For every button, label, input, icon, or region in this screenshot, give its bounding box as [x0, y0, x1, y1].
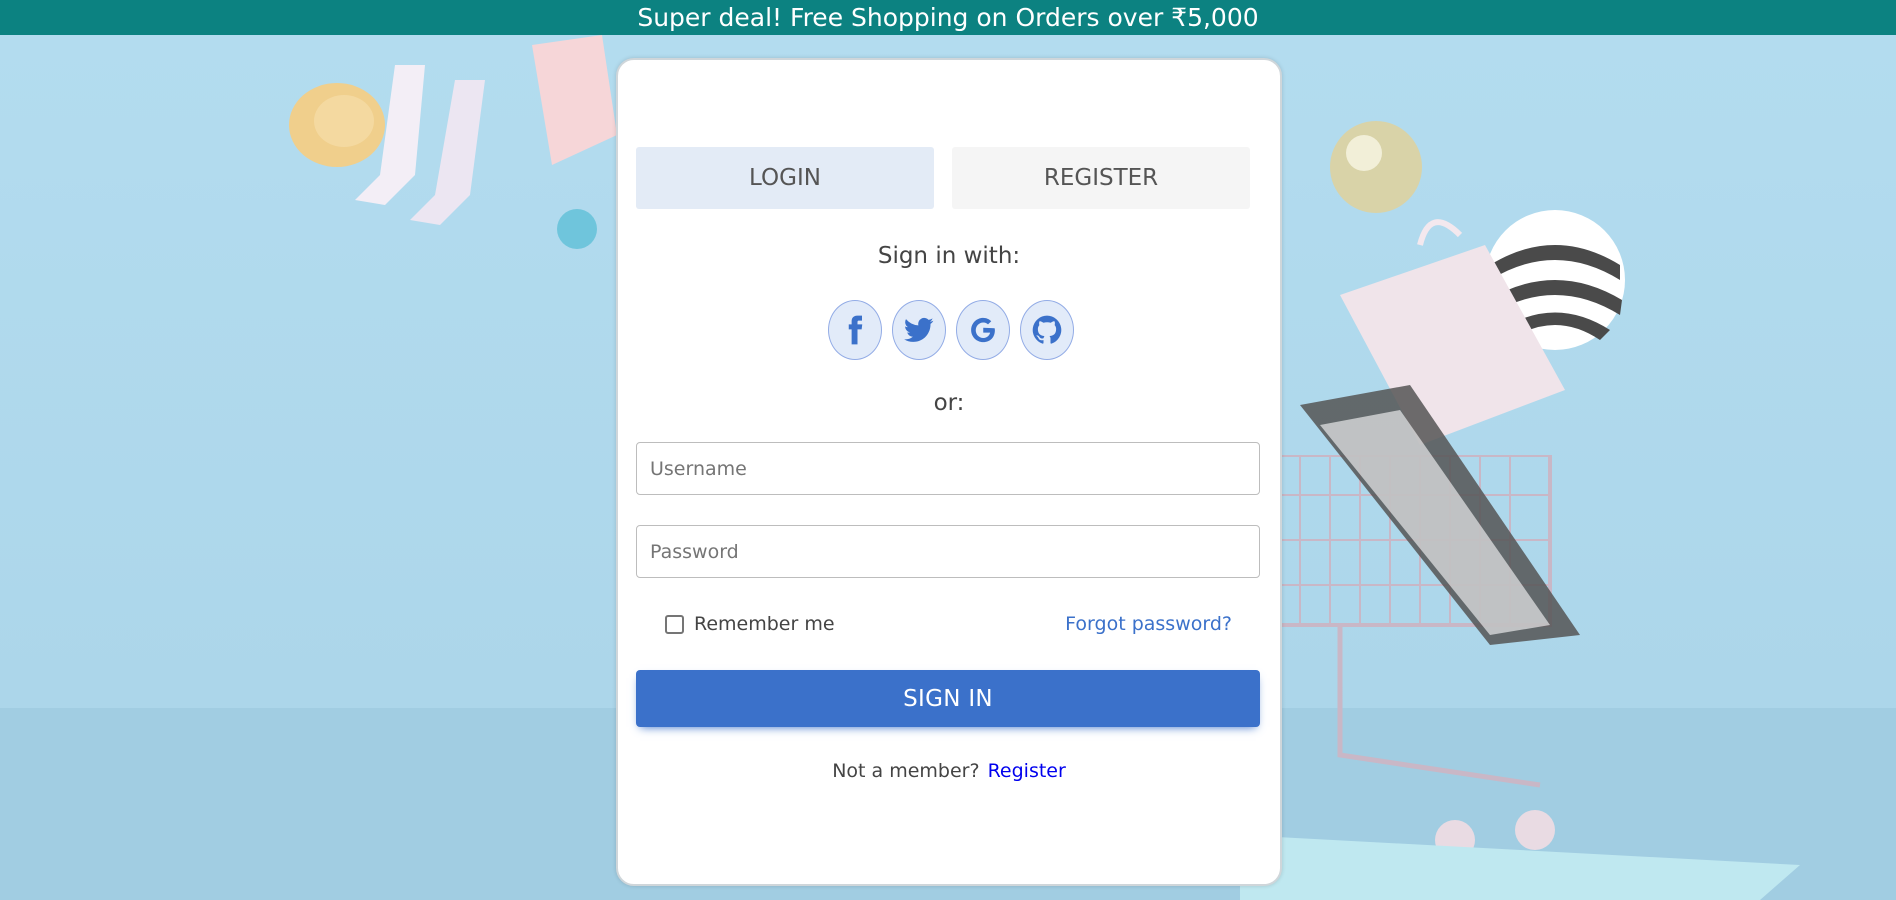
remember-me: Remember me [665, 613, 835, 635]
twitter-icon [904, 317, 934, 342]
twitter-button[interactable] [892, 300, 946, 360]
tab-register[interactable]: REGISTER [952, 147, 1250, 209]
github-icon [1032, 315, 1062, 344]
pillow-illustration [532, 35, 617, 165]
tab-login[interactable]: LOGIN [636, 147, 934, 209]
boots-illustration [355, 65, 485, 225]
or-divider: or: [933, 390, 965, 416]
facebook-button[interactable] [828, 300, 882, 360]
google-button[interactable] [956, 300, 1010, 360]
google-icon [971, 317, 995, 343]
platform-illustration [1240, 835, 1800, 900]
remember-label[interactable]: Remember me [694, 613, 835, 635]
github-button[interactable] [1020, 300, 1074, 360]
stripes-illustration [1300, 385, 1580, 645]
forgot-password-link[interactable]: Forgot password? [1065, 613, 1232, 635]
facebook-icon [848, 315, 863, 345]
login-card: LOGIN REGISTER Sign in with: or: Remembe… [616, 58, 1282, 886]
remember-checkbox[interactable] [665, 614, 684, 634]
register-link[interactable]: Register [988, 760, 1066, 782]
promo-banner: Super deal! Free Shopping on Orders over… [0, 0, 1896, 35]
register-prompt-text: Not a member? [832, 760, 980, 782]
username-input[interactable] [636, 442, 1260, 495]
ball-illustration [557, 209, 597, 249]
golden-sphere-illustration [1330, 121, 1422, 213]
password-input[interactable] [636, 525, 1260, 578]
social-buttons [828, 300, 1074, 360]
register-prompt: Not a member? Register [618, 760, 1280, 782]
sign-in-button[interactable]: SIGN IN [636, 670, 1260, 727]
social-signin-heading: Sign in with: [877, 243, 1021, 269]
